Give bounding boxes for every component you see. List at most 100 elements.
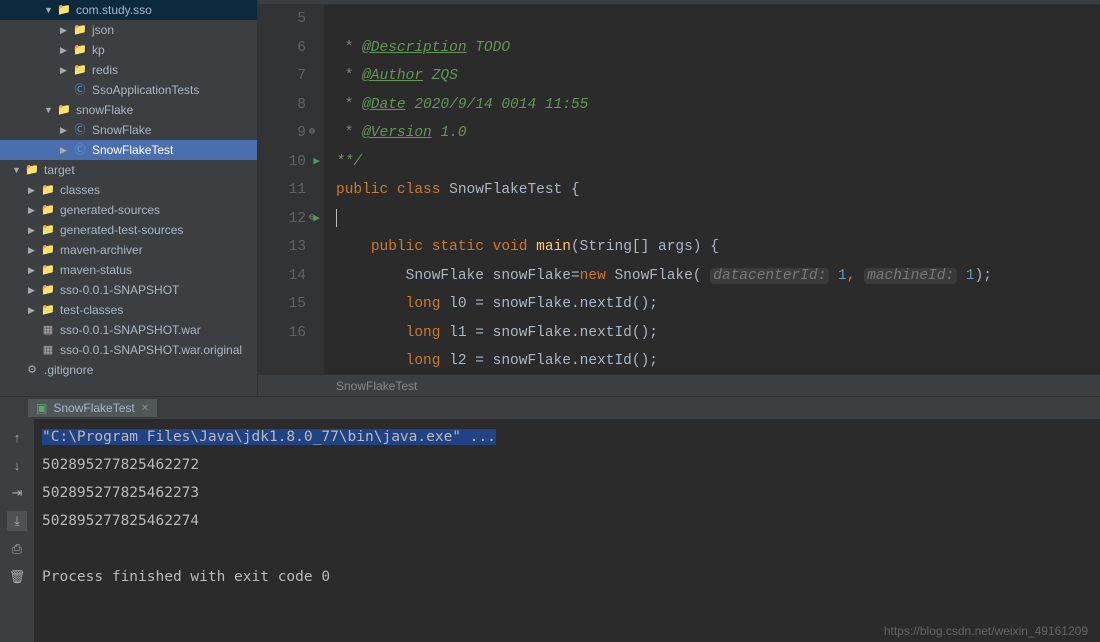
project-sidebar: ▼📁com.study.sso▶📁json▶📁kp▶📁redisⒸSsoAppl… [0, 0, 258, 396]
project-tree[interactable]: ▼📁com.study.sso▶📁json▶📁kp▶📁redisⒸSsoAppl… [0, 0, 257, 396]
gutter-line[interactable]: 5 [258, 5, 306, 34]
gutter-line[interactable]: 15 [258, 290, 306, 319]
expand-arrow-icon[interactable]: ▶ [28, 185, 38, 196]
run-icon: ▣ [36, 401, 47, 415]
excluded-folder-icon: 📁 [40, 223, 56, 237]
expand-arrow-icon[interactable]: ▶ [28, 285, 38, 296]
tree-item-redis[interactable]: ▶📁redis [0, 60, 257, 80]
package-icon: 📁 [56, 103, 72, 117]
expand-arrow-icon[interactable]: ▼ [44, 5, 54, 15]
tree-item-ssoapplicationtests[interactable]: ⒸSsoApplicationTests [0, 80, 257, 100]
expand-arrow-icon[interactable]: ▶ [28, 205, 38, 216]
tree-item-classes[interactable]: ▶📁 classes [0, 180, 257, 200]
file-icon: ▦ [40, 323, 56, 337]
tree-item-label: maven-archiver [60, 243, 143, 257]
tree-item-target[interactable]: ▼📁target [0, 160, 257, 180]
class-icon: Ⓒ [72, 123, 88, 137]
console-exit: Process finished with exit code 0 [42, 563, 1092, 591]
expand-arrow-icon[interactable]: ▶ [28, 225, 38, 236]
gutter-line[interactable]: 12▶⊖ [258, 205, 306, 234]
tree-item-label: json [92, 23, 114, 37]
run-tab-label: SnowFlakeTest [53, 401, 134, 415]
breadcrumb[interactable]: SnowFlakeTest [258, 374, 1100, 396]
console-line: 502895277825462273 [42, 479, 1092, 507]
fold-icon[interactable]: ⊖ [309, 205, 315, 234]
tree-item-label: sso-0.0.1-SNAPSHOT.war.original [60, 343, 242, 357]
expand-arrow-icon[interactable]: ▶ [28, 305, 38, 316]
tree-item-label: SnowFlakeTest [92, 143, 173, 157]
gutter-line[interactable]: 6 [258, 34, 306, 63]
excluded-folder-icon: 📁 [40, 203, 56, 217]
file-icon: ⚙ [24, 363, 40, 377]
tree-item--gitignore[interactable]: ⚙.gitignore [0, 360, 257, 380]
tree-item-maven-status[interactable]: ▶📁 maven-status [0, 260, 257, 280]
expand-arrow-icon[interactable]: ▶ [60, 45, 70, 56]
tree-item-snowflaketest[interactable]: ▶Ⓒ SnowFlakeTest [0, 140, 257, 160]
gutter-line[interactable]: 13 [258, 233, 306, 262]
run-panel: ▣ SnowFlakeTest ✕ ↑ ↓ ⇥ ⤓ ⎙ 🗑 "C:\Progra… [0, 396, 1100, 642]
expand-arrow-icon[interactable]: ▶ [60, 25, 70, 36]
gutter-line[interactable]: 9⊖ [258, 119, 306, 148]
soft-wrap-icon[interactable]: ⇥ [7, 483, 27, 503]
tree-item-test-classes[interactable]: ▶📁test-classes [0, 300, 257, 320]
package-icon: 📁 [56, 3, 72, 17]
tree-item-maven-archiver[interactable]: ▶📁 maven-archiver [0, 240, 257, 260]
tree-item-label: com.study.sso [76, 3, 152, 17]
package-icon: 📁 [72, 43, 88, 57]
run-tab-bar[interactable]: ▣ SnowFlakeTest ✕ [0, 397, 1100, 419]
close-icon[interactable]: ✕ [141, 403, 149, 414]
console-output[interactable]: "C:\Program Files\Java\jdk1.8.0_77\bin\j… [34, 419, 1100, 642]
expand-arrow-icon[interactable]: ▶ [28, 265, 38, 276]
gutter-line[interactable]: 10▶ [258, 148, 306, 177]
tree-item-sso-0-0-1-snapshot[interactable]: ▶📁 sso-0.0.1-SNAPSHOT [0, 280, 257, 300]
tree-item-label: maven-status [60, 263, 132, 277]
trash-icon[interactable]: 🗑 [7, 567, 27, 587]
tree-item-label: SsoApplicationTests [92, 83, 199, 97]
file-icon: ▦ [40, 343, 56, 357]
code-content[interactable]: * @Description TODO * @Author ZQS * @Dat… [324, 5, 1100, 374]
expand-arrow-icon[interactable]: ▶ [60, 145, 70, 156]
console-line: 502895277825462274 [42, 507, 1092, 535]
gutter[interactable]: 56789⊖10▶1112▶⊖13141516 [258, 5, 324, 374]
fold-icon[interactable]: ⊖ [309, 119, 315, 148]
run-gutter-icon[interactable]: ▶ [313, 148, 320, 177]
scroll-down-icon[interactable]: ↓ [7, 455, 27, 475]
class-icon: Ⓒ [72, 143, 88, 157]
tree-item-label: kp [92, 43, 105, 57]
expand-arrow-icon[interactable]: ▶ [60, 65, 70, 76]
tree-item-label: generated-test-sources [60, 223, 183, 237]
tree-item-label: sso-0.0.1-SNAPSHOT [60, 283, 179, 297]
tree-item-snowflake[interactable]: ▶ⒸSnowFlake [0, 120, 257, 140]
expand-arrow-icon[interactable]: ▶ [60, 125, 70, 136]
expand-arrow-icon[interactable]: ▼ [12, 165, 22, 175]
excluded-folder-icon: 📁 [24, 163, 40, 177]
excluded-folder-icon: 📁 [40, 183, 56, 197]
gutter-line[interactable]: 7 [258, 62, 306, 91]
tree-item-generated-test-sources[interactable]: ▶📁 generated-test-sources [0, 220, 257, 240]
tree-item-json[interactable]: ▶📁json [0, 20, 257, 40]
tree-item-sso-0-0-1-snapshot-war[interactable]: ▦sso-0.0.1-SNAPSHOT.war [0, 320, 257, 340]
print-icon[interactable]: ⎙ [7, 539, 27, 559]
expand-arrow-icon[interactable]: ▼ [44, 105, 54, 115]
tree-item-label: redis [92, 63, 118, 77]
tree-item-com-study-sso[interactable]: ▼📁 com.study.sso [0, 0, 257, 20]
tree-item-sso-0-0-1-snapshot-war-original[interactable]: ▦ sso-0.0.1-SNAPSHOT.war.original [0, 340, 257, 360]
expand-arrow-icon[interactable]: ▶ [28, 245, 38, 256]
excluded-folder-icon: 📁 [40, 263, 56, 277]
gutter-line[interactable]: 16 [258, 319, 306, 348]
editor-body[interactable]: 56789⊖10▶1112▶⊖13141516 * @Description T… [258, 5, 1100, 374]
tree-item-label: snowFlake [76, 103, 133, 117]
gutter-line[interactable]: 8 [258, 91, 306, 120]
tree-item-kp[interactable]: ▶📁 kp [0, 40, 257, 60]
gutter-line[interactable]: 14 [258, 262, 306, 291]
editor-area: 56789⊖10▶1112▶⊖13141516 * @Description T… [258, 0, 1100, 396]
tree-item-generated-sources[interactable]: ▶📁generated-sources [0, 200, 257, 220]
excluded-folder-icon: 📁 [40, 283, 56, 297]
gutter-line[interactable]: 11 [258, 176, 306, 205]
run-tab-snowflaketest[interactable]: ▣ SnowFlakeTest ✕ [28, 399, 157, 417]
scroll-to-end-icon[interactable]: ⤓ [7, 511, 27, 531]
tree-item-snowflake[interactable]: ▼📁 snowFlake [0, 100, 257, 120]
tree-item-label: classes [60, 183, 100, 197]
excluded-folder-icon: 📁 [40, 243, 56, 257]
scroll-up-icon[interactable]: ↑ [7, 427, 27, 447]
